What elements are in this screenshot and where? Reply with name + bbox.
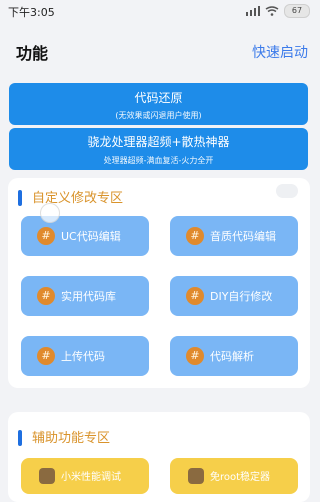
hash-icon: # [37,227,55,245]
tile-label: 音质代码编辑 [210,230,276,243]
tile-label: 上传代码 [61,350,105,363]
status-icons: 67 [246,4,310,18]
header: 功能 快速启动 [0,32,320,68]
hash-icon: # [186,227,204,245]
hash-icon: # [186,347,204,365]
tile-audio-code-edit[interactable]: # 音质代码编辑 [170,216,298,256]
tile-code-library[interactable]: # 实用代码库 [21,276,149,316]
section-badge [276,184,298,198]
battery-icon: 67 [284,4,310,18]
tile-label: UC代码编辑 [61,230,121,243]
tile-uc-code-edit[interactable]: # UC代码编辑 [21,216,149,256]
quick-start-button[interactable]: 快速启动 [252,42,308,62]
toolbox-icon [39,468,55,484]
tile-label: 小米性能调试 [61,472,121,483]
touch-indicator [40,203,60,223]
status-bar: 下午3:05 67 [0,0,320,22]
hash-icon: # [186,287,204,305]
section-title: 辅助功能专区 [32,431,111,446]
code-restore-label: 代码还原 [134,91,183,105]
snapdragon-overclock-sublabel: 处理器超频-满血复活-火力全开 [103,156,214,165]
hash-icon: # [37,347,55,365]
tile-label: 免root稳定器 [210,472,271,483]
code-restore-sublabel: (无效果或闪退用户使用) [115,111,202,120]
snapdragon-overclock-button[interactable]: 骁龙处理器超频+散热神器 处理器超频-满血复活-火力全开 [9,128,308,170]
auxiliary-section: 辅助功能专区 小米性能调试 免root稳定器 [8,412,310,502]
tile-code-analysis[interactable]: # 代码解析 [170,336,298,376]
tile-label: 实用代码库 [61,290,116,303]
snapdragon-overclock-label: 骁龙处理器超频+散热神器 [87,135,230,149]
section-marker [18,190,22,206]
toolbox-icon [188,468,204,484]
code-restore-button[interactable]: 代码还原 (无效果或闪退用户使用) [9,83,308,125]
section-marker [18,430,22,446]
tile-xiaomi-performance[interactable]: 小米性能调试 [21,458,149,494]
tile-diy-modify[interactable]: # DIY自行修改 [170,276,298,316]
wifi-icon [265,6,279,16]
hash-icon: # [37,287,55,305]
tile-no-root-stabilizer[interactable]: 免root稳定器 [170,458,298,494]
tile-upload-code[interactable]: # 上传代码 [21,336,149,376]
page-title: 功能 [16,44,49,63]
tile-label: DIY自行修改 [210,290,273,303]
status-time: 下午3:05 [8,6,55,19]
signal-icon [246,6,260,16]
tile-label: 代码解析 [210,350,254,363]
